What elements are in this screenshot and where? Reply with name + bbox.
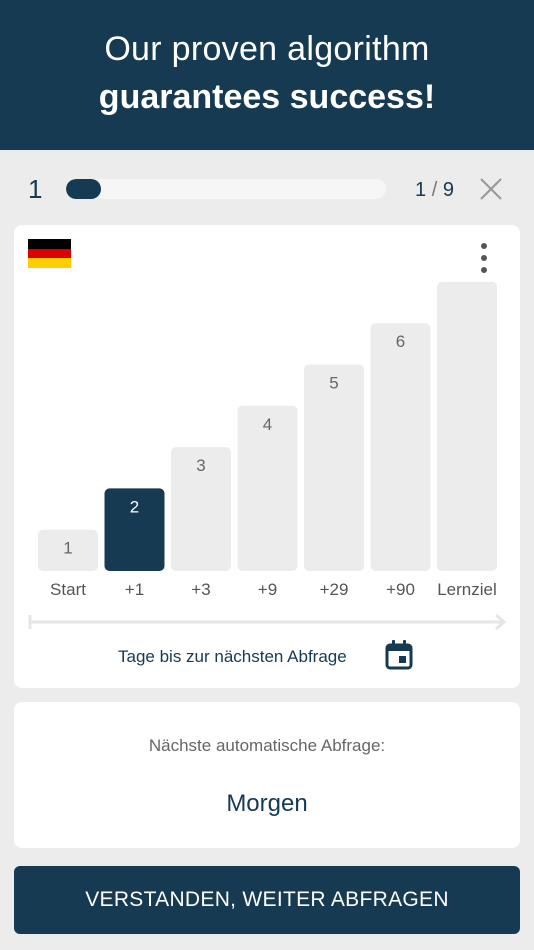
banner-line-2: guarantees success!: [98, 78, 436, 116]
category-label-6: Lernziel: [437, 580, 497, 599]
bar-label-5: 6: [396, 332, 405, 351]
close-icon[interactable]: [478, 176, 504, 202]
bar-label-2: 3: [196, 456, 205, 475]
bar-label-4: 5: [329, 374, 338, 393]
level-number: 1: [28, 174, 43, 204]
interval-bar-chart: 1 Start 2 +1 3 +3 4 +9 5 +29 6 +90 Lernziel: [28, 281, 507, 631]
bar-5: [370, 323, 431, 571]
continue-button[interactable]: VERSTANDEN, WEITER ABFRAGEN: [14, 866, 520, 934]
progress-count: 1 / 9: [415, 179, 454, 202]
category-label-0: Start: [50, 580, 86, 599]
days-label: Tage bis zur nächsten Abfrage: [118, 647, 347, 666]
bar-4: [304, 364, 364, 571]
progress-total: 9: [442, 179, 454, 201]
category-label-2: +3: [191, 580, 210, 599]
category-label-1: +1: [125, 580, 144, 599]
header-banner: Our proven algorithm guarantees success!: [0, 0, 534, 150]
progress-row: 1 1 / 9: [0, 152, 534, 224]
bar-label-1: 2: [130, 497, 139, 516]
progress-current: 1: [415, 179, 427, 201]
next-review-card: Nächste automatische Abfrage: Morgen: [14, 702, 520, 848]
progress-bar: [66, 179, 386, 199]
category-label-5: +90: [386, 580, 415, 599]
schedule-card: 1 Start 2 +1 3 +3 4 +9 5 +29 6 +90 Lernziel Tage bis…: [14, 225, 520, 688]
next-review-value: Morgen: [226, 790, 308, 817]
progress-bar-fill: [66, 179, 102, 199]
category-label-3: +9: [258, 580, 277, 599]
bar-6: [437, 281, 497, 571]
bar-label-0: 1: [63, 539, 72, 558]
calendar-icon[interactable]: [384, 639, 414, 671]
next-review-label: Nächste automatische Abfrage:: [148, 736, 386, 755]
progress-separator: /: [431, 179, 438, 201]
bar-label-3: 4: [263, 415, 272, 434]
banner-line-1: Our proven algorithm: [104, 30, 430, 68]
category-label-4: +29: [320, 580, 349, 599]
